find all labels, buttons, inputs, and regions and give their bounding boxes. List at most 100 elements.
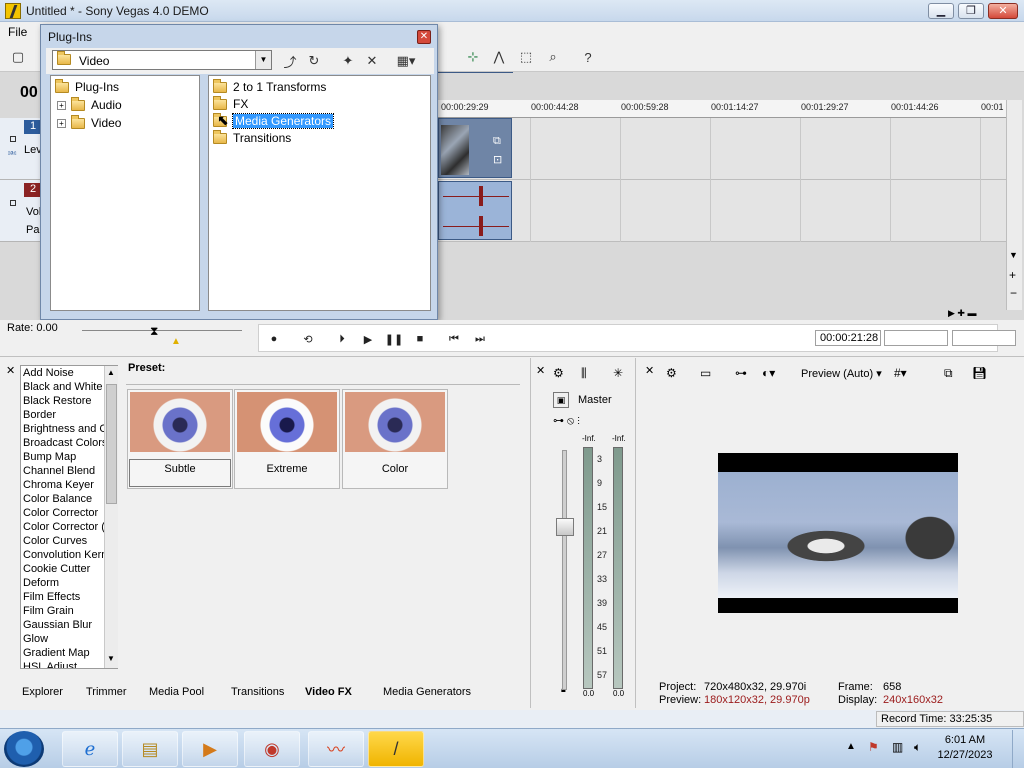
list-item[interactable]: 2 to 1 Transforms xyxy=(213,79,326,94)
zoom-out-icon[interactable]: − xyxy=(1010,286,1017,300)
expand-icon[interactable]: + xyxy=(57,101,66,111)
plugins-close-button[interactable]: ✕ xyxy=(417,30,431,44)
selection-tool-icon[interactable]: ⬚ xyxy=(516,47,536,67)
external-monitor-icon[interactable]: ▭ xyxy=(700,366,711,380)
fx-list-item[interactable]: Bump Map xyxy=(23,451,76,463)
preview-close-icon[interactable]: ✕ xyxy=(645,364,654,377)
zoom-tool-icon[interactable]: ⌕ xyxy=(543,47,563,67)
fx-list-scrollbar[interactable]: ▲ ▼ xyxy=(104,366,118,668)
fx-list-item[interactable]: Brightness and C xyxy=(23,423,107,435)
list-item[interactable]: FX xyxy=(213,96,248,111)
tree-item-root[interactable]: Plug-Ins xyxy=(55,79,119,94)
selection-length-field[interactable] xyxy=(952,330,1016,346)
new-file-icon[interactable]: ▢ xyxy=(8,47,28,67)
expand-icon[interactable]: + xyxy=(57,119,66,129)
volume-icon[interactable]: 🔈︎ xyxy=(914,740,921,755)
tab-trimmer[interactable]: Trimmer xyxy=(86,686,127,698)
cursor-time-field[interactable]: 00:00:21:28 xyxy=(815,330,881,346)
up-folder-icon[interactable]: ⤴ xyxy=(280,51,300,71)
grid-icon[interactable]: #▾ xyxy=(894,366,907,380)
scroll-down-icon[interactable]: ▼ xyxy=(107,654,115,663)
mute-icon[interactable] xyxy=(10,136,16,142)
fx-list-item[interactable]: Film Effects xyxy=(23,591,80,603)
overlays-icon[interactable]: ◐▾ xyxy=(762,366,775,380)
chevron-down-icon[interactable]: ▼ xyxy=(255,51,271,69)
preview-properties-icon[interactable]: ⚙ xyxy=(666,366,677,380)
fx-list-item[interactable]: Film Grain xyxy=(23,605,74,617)
stop-icon[interactable]: ■ xyxy=(412,331,428,347)
go-to-end-icon[interactable]: ⏭ xyxy=(472,331,488,347)
panel-close-icon[interactable]: ✕ xyxy=(6,364,15,377)
audio-track-lane[interactable] xyxy=(438,180,1006,242)
fx-list-item[interactable]: Border xyxy=(23,409,56,421)
help-icon[interactable]: ? xyxy=(578,47,598,67)
fx-list-item[interactable]: Deform xyxy=(23,577,59,589)
tree-item-audio[interactable]: + Audio xyxy=(57,97,122,112)
fx-list-item[interactable]: Black and White xyxy=(23,381,102,393)
fx-list-item[interactable]: Cookie Cutter xyxy=(23,563,90,575)
downmix-icon[interactable]: ⫼ xyxy=(581,366,587,381)
selection-start-field[interactable] xyxy=(884,330,948,346)
list-item[interactable]: Transitions xyxy=(213,130,291,145)
fx-list-item[interactable]: Glow xyxy=(23,633,48,645)
plugin-category-combo[interactable]: Video ▼ xyxy=(52,50,272,70)
mixer-close-icon[interactable]: ✕ xyxy=(536,364,545,377)
fx-list-item[interactable]: HSL Adjust xyxy=(23,661,77,668)
mute-icon[interactable] xyxy=(10,200,16,206)
envelope-tool-icon[interactable]: ⋀ xyxy=(489,47,509,67)
record-icon[interactable]: ● xyxy=(266,331,282,347)
maximize-button[interactable]: ❐ xyxy=(958,3,984,19)
tab-media-generators[interactable]: Media Generators xyxy=(383,686,471,698)
list-item-selected[interactable]: Media Generators xyxy=(213,113,335,129)
go-to-start-icon[interactable]: ⏮ xyxy=(446,331,462,347)
start-button[interactable] xyxy=(4,731,44,767)
pause-icon[interactable]: ❚❚ xyxy=(385,331,403,347)
play-icon[interactable]: ▶ xyxy=(360,331,376,347)
loop-icon[interactable]: ⟲ xyxy=(300,331,316,347)
refresh-icon[interactable]: ↻ xyxy=(304,51,324,71)
scroll-up-icon[interactable]: ▲ xyxy=(107,368,115,377)
minimize-button[interactable]: ▁ xyxy=(928,3,954,19)
add-plugin-icon[interactable]: ✦ xyxy=(338,51,358,71)
plugin-list[interactable]: 2 to 1 Transforms FX Media Generators Tr… xyxy=(208,75,431,311)
plugin-tree[interactable]: Plug-Ins + Audio + Video xyxy=(50,75,200,311)
preview-quality-dropdown[interactable]: Preview (Auto) ▾ xyxy=(801,367,882,380)
fx-list-item[interactable]: Gaussian Blur xyxy=(23,619,92,631)
rate-slider-knob[interactable]: ⧗ xyxy=(150,324,158,339)
play-from-start-icon[interactable]: ⏵ xyxy=(334,331,350,347)
timeline-vertical-scrollbar[interactable]: ▼ + − xyxy=(1006,100,1022,310)
fx-list-item[interactable]: Color Curves xyxy=(23,535,87,547)
tray-overflow-icon[interactable]: ▲ xyxy=(846,741,856,752)
tab-explorer[interactable]: Explorer xyxy=(22,686,63,698)
fx-list-item[interactable]: Color Corrector xyxy=(23,507,98,519)
fx-list-item[interactable]: Black Restore xyxy=(23,395,91,407)
fx-list-item[interactable]: Gradient Map xyxy=(23,647,90,659)
delete-icon[interactable]: ✕ xyxy=(362,51,382,71)
master-fader-knob[interactable] xyxy=(556,518,574,536)
preset-color[interactable]: Color xyxy=(342,389,448,489)
copy-snapshot-icon[interactable]: ⧉ xyxy=(944,366,953,381)
timeline-horizontal-controls[interactable]: ▶ ✚ ▬ xyxy=(948,308,1008,320)
split-screen-icon[interactable]: ⊶ xyxy=(735,366,747,380)
tab-video-fx[interactable]: Video FX xyxy=(305,686,352,698)
master-fader-track[interactable] xyxy=(562,450,567,690)
master-bus-icon[interactable]: ▣ xyxy=(553,392,569,408)
sound-forge-icon[interactable]: 〰 xyxy=(308,731,364,767)
action-center-icon[interactable]: ⚑ xyxy=(868,740,879,754)
dim-icon[interactable]: ✳ xyxy=(613,366,623,380)
vegas-taskbar-icon[interactable]: / xyxy=(368,731,424,767)
tree-item-video[interactable]: + Video xyxy=(57,115,121,130)
clip-fx-icon[interactable]: ⊡ xyxy=(493,153,502,166)
fx-list-item[interactable]: Chroma Keyer xyxy=(23,479,94,491)
close-button[interactable]: ✕ xyxy=(988,3,1018,19)
rate-slider-track[interactable] xyxy=(82,330,242,331)
video-track-lane[interactable] xyxy=(438,118,1006,180)
insert-fx-icon[interactable]: ⊶ ⦸ ⫶ xyxy=(553,414,580,428)
media-player-icon[interactable]: ▶ xyxy=(182,731,238,767)
chrome-icon[interactable]: ◉ xyxy=(244,731,300,767)
video-clip[interactable]: ⧉ ⊡ xyxy=(438,118,512,178)
zoom-in-icon[interactable]: + xyxy=(1009,268,1016,282)
taskbar-clock[interactable]: 6:01 AM 12/27/2023 xyxy=(935,733,995,763)
internet-explorer-icon[interactable]: ℯ xyxy=(62,731,118,767)
menu-file[interactable]: File xyxy=(8,25,27,39)
